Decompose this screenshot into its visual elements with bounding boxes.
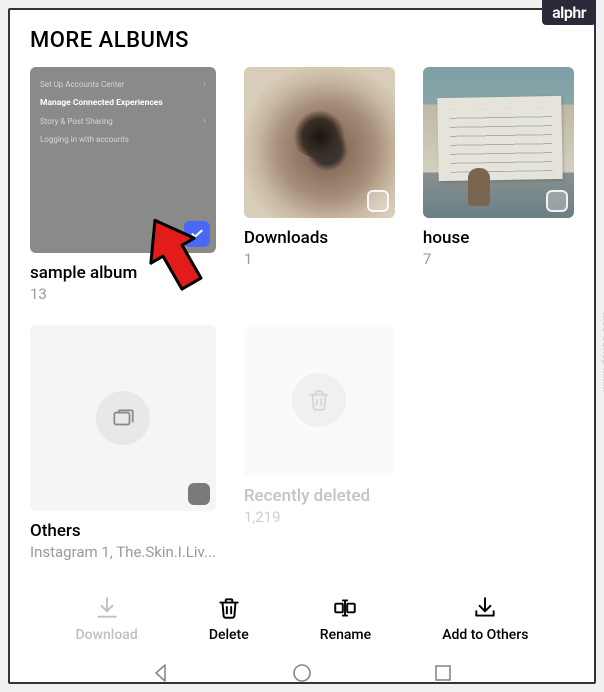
album-title: Others xyxy=(30,521,216,541)
rename-button[interactable]: Rename xyxy=(310,591,381,647)
album-thumbnail: Set Up Accounts Center› Manage Connected… xyxy=(30,67,216,253)
album-title: Recently deleted xyxy=(244,486,395,506)
download-label: Download xyxy=(76,627,138,643)
album-count: 7 xyxy=(423,250,574,268)
screen-frame: MORE ALBUMS Set Up Accounts Center› Mana… xyxy=(8,8,596,684)
page-title: MORE ALBUMS xyxy=(30,28,574,53)
action-toolbar: Download Delete Rename Add to Others xyxy=(30,581,574,647)
add-to-others-label: Add to Others xyxy=(442,627,528,643)
trash-icon xyxy=(292,373,346,427)
album-count: 1,219 xyxy=(244,508,395,526)
nav-bar xyxy=(30,647,574,684)
checkbox-icon[interactable] xyxy=(367,190,389,212)
download-button[interactable]: Download xyxy=(66,591,148,647)
checkbox-icon[interactable] xyxy=(546,190,568,212)
album-count: 13 xyxy=(30,285,216,303)
album-thumbnail xyxy=(423,67,574,218)
delete-button[interactable]: Delete xyxy=(199,591,259,647)
checkmark-icon[interactable] xyxy=(184,221,210,247)
album-title: sample album xyxy=(30,263,216,283)
back-button[interactable] xyxy=(149,661,173,684)
album-count: 1 xyxy=(244,250,395,268)
album-item[interactable]: Downloads 1 xyxy=(244,67,395,303)
add-to-others-button[interactable]: Add to Others xyxy=(432,591,538,647)
album-thumbnail xyxy=(30,325,216,511)
album-item[interactable]: house 7 xyxy=(423,67,574,303)
album-title: Downloads xyxy=(244,228,395,248)
home-button[interactable] xyxy=(290,661,314,684)
album-count: Instagram 1, The.Skin.I.Liv... xyxy=(30,543,216,561)
checkbox-icon[interactable] xyxy=(188,483,210,505)
folder-icon xyxy=(96,391,150,445)
delete-label: Delete xyxy=(209,627,249,643)
album-title: house xyxy=(423,228,574,248)
recents-button[interactable] xyxy=(431,661,455,684)
album-item[interactable]: Recently deleted 1,219 xyxy=(244,325,395,561)
rename-label: Rename xyxy=(320,627,371,643)
album-grid: Set Up Accounts Center› Manage Connected… xyxy=(30,67,574,561)
watermark: www.deuaq.com xyxy=(601,311,604,392)
album-thumbnail xyxy=(244,67,395,218)
album-item[interactable]: Set Up Accounts Center› Manage Connected… xyxy=(30,67,216,303)
brand-badge: alphr xyxy=(542,0,596,25)
album-thumbnail xyxy=(244,325,395,476)
album-item[interactable]: Others Instagram 1, The.Skin.I.Liv... xyxy=(30,325,216,561)
